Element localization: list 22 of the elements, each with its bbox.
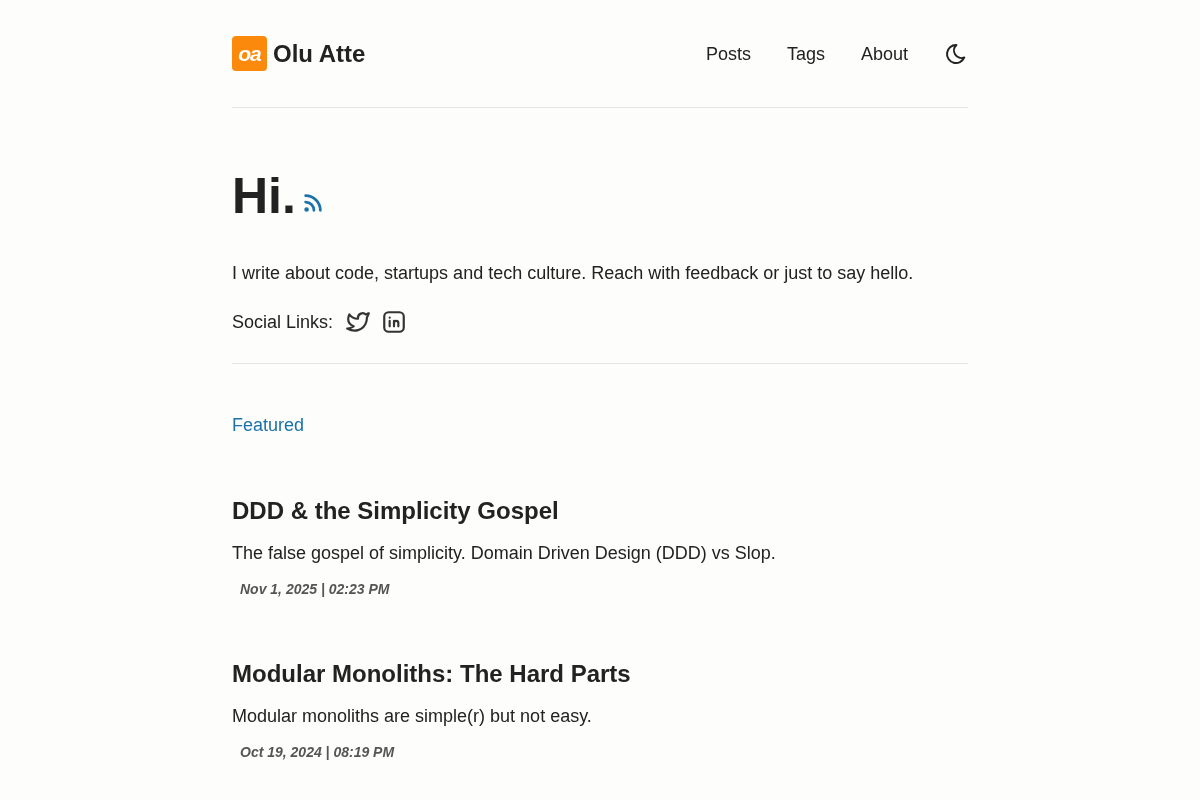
social-link[interactable] — [381, 309, 408, 335]
moon-icon — [944, 41, 968, 66]
page-heading: Hi. — [232, 167, 296, 226]
rss-link[interactable] — [301, 192, 324, 214]
theme-toggle-button[interactable] — [944, 41, 968, 66]
post-date: Oct 19, 2024 | 08:19 PM — [240, 743, 395, 762]
post-description: The false gospel of simplicity. Domain Driven Design (DDD) vs Slop. — [232, 542, 776, 565]
social-links-label: Social Links: — [232, 311, 334, 334]
post-date: Nov 1, 2025 | 02:23 PM — [240, 580, 390, 599]
nav-link[interactable]: Tags — [786, 41, 825, 66]
nav-link[interactable]: About — [860, 41, 908, 66]
bird-icon — [345, 309, 372, 335]
post-title-link[interactable]: Modular Monoliths: The Hard Parts — [232, 658, 631, 690]
site-title[interactable]: Olu Atte — [273, 39, 366, 68]
social-link[interactable] — [345, 309, 372, 335]
post-description: Modular monoliths are simple(r) but not easy. — [232, 705, 592, 728]
linkedin-icon — [381, 309, 408, 335]
rss-icon — [301, 192, 324, 214]
section-heading: Featured — [232, 414, 306, 437]
nav-link[interactable]: Posts — [705, 41, 751, 66]
post-title-link[interactable]: DDD & the Simplicity Gospel — [232, 495, 559, 527]
intro-text: I write about code, startups and tech culture. Reach with feedback or just to say hello. — [232, 262, 915, 285]
